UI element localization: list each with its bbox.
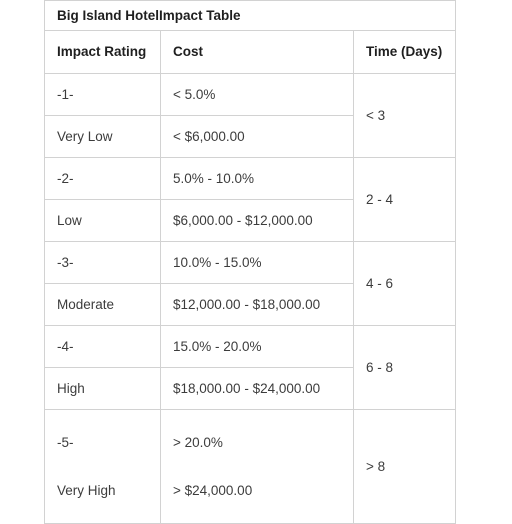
table-title-row: Big Island HotelImpact Table	[43, 0, 457, 31]
table-row: -2- 5.0% - 10.0% 2 - 4	[44, 157, 457, 242]
cell-cost: < $6,000.00	[160, 115, 354, 158]
cell-impact-rating: -3-	[44, 241, 161, 284]
cell-time-days: 6 - 8	[352, 325, 457, 410]
cell-impact-rating-line-2: Very High	[57, 482, 116, 498]
table-header-row: Impact Rating Cost Time (Days)	[44, 30, 457, 74]
cell-impact-rating: -2-	[44, 157, 161, 200]
table-row: -5- Very High > 20.0% > $24,000.00 > 8	[44, 409, 457, 524]
cell-cost: 15.0% - 20.0%	[160, 325, 354, 368]
cell-time-days: > 8	[352, 409, 457, 524]
cell-cost: 5.0% - 10.0%	[160, 157, 354, 200]
cell-impact-rating: -4-	[44, 325, 161, 368]
cell-impact-rating-line-1: -5-	[57, 434, 74, 450]
cell-cost: $18,000.00 - $24,000.00	[160, 367, 354, 410]
cell-impact-rating: Moderate	[44, 283, 161, 326]
impact-table-container: Big Island HotelImpact Table Impact Rati…	[43, 0, 457, 524]
column-header-impact-rating: Impact Rating	[44, 30, 161, 74]
table-title: Big Island HotelImpact Table	[43, 0, 457, 31]
table-row: -1- < 5.0% < 3	[44, 73, 457, 158]
cell-time-days: 2 - 4	[352, 157, 457, 242]
column-header-time-days: Time (Days)	[352, 30, 457, 74]
column-header-cost: Cost	[160, 30, 354, 74]
impact-table: Big Island HotelImpact Table Impact Rati…	[43, 0, 457, 524]
cell-time-days: < 3	[352, 73, 457, 158]
cell-cost: 10.0% - 15.0%	[160, 241, 354, 284]
cell-cost: $12,000.00 - $18,000.00	[160, 283, 354, 326]
cell-cost-line-1: > 20.0%	[173, 434, 223, 450]
cell-impact-rating: Very Low	[44, 115, 161, 158]
cell-impact-rating: Low	[44, 199, 161, 242]
cell-impact-rating: High	[44, 367, 161, 410]
cell-impact-rating: -5- Very High	[44, 409, 161, 524]
page-root: Big Island HotelImpact Table Impact Rati…	[0, 0, 512, 524]
cell-time-days: 4 - 6	[352, 241, 457, 326]
table-row: -4- 15.0% - 20.0% 6 - 8	[44, 325, 457, 410]
cell-impact-rating: -1-	[44, 73, 161, 116]
cell-cost: < 5.0%	[160, 73, 354, 116]
table-row: -3- 10.0% - 15.0% 4 - 6	[44, 241, 457, 326]
cell-cost: > 20.0% > $24,000.00	[160, 409, 354, 524]
cell-cost-line-2: > $24,000.00	[173, 482, 253, 498]
cell-cost: $6,000.00 - $12,000.00	[160, 199, 354, 242]
